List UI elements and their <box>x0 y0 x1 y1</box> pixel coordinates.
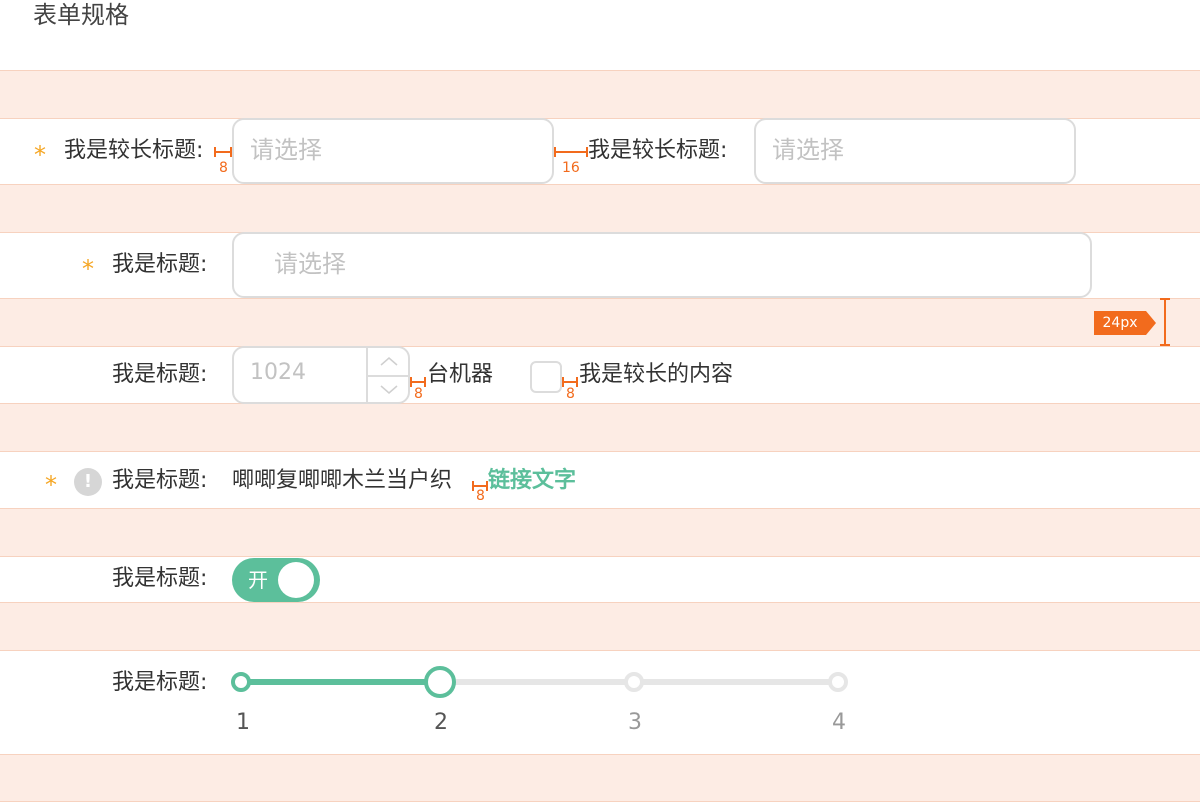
field-label: 我是标题: <box>112 670 208 695</box>
field-label: 我是标题: <box>112 252 208 277</box>
stepper-buttons <box>366 348 410 402</box>
spacing-band <box>0 602 1200 651</box>
field-label: 我是较长标题: <box>64 138 204 163</box>
gap-value: 8 <box>476 488 485 504</box>
switch-knob <box>278 562 314 598</box>
gap-dimension: 8 <box>214 144 232 176</box>
spacing-band <box>0 403 1200 452</box>
spacing-band <box>0 508 1200 557</box>
chevron-up-icon <box>380 357 398 366</box>
stepper-increment-button[interactable] <box>368 348 410 375</box>
field-label: 我是标题: <box>112 566 208 591</box>
field-label: 我是较长标题: <box>588 138 728 163</box>
slider-step-dot[interactable] <box>624 672 644 692</box>
unit-label: 台机器 <box>427 362 494 387</box>
spacing-badge-arrow <box>1146 311 1156 335</box>
static-text: 唧唧复唧唧木兰当户织 <box>232 468 453 493</box>
slider-tick-label: 1 <box>236 710 250 735</box>
required-star-icon: * <box>82 255 94 283</box>
spacing-band <box>0 70 1200 119</box>
slider-tick-label: 3 <box>628 710 642 735</box>
gap-dimension: 8 <box>410 374 426 404</box>
spacing-band <box>0 298 1200 347</box>
spacing-badge: 24px <box>1094 311 1146 335</box>
required-star-icon: * <box>45 471 57 499</box>
slider-step-dot[interactable] <box>828 672 848 692</box>
field-label: 我是标题: <box>112 362 208 387</box>
gap-value: 16 <box>562 160 580 176</box>
gap-value: 8 <box>219 160 228 176</box>
link-text[interactable]: 链接文字 <box>488 466 576 496</box>
info-icon[interactable]: ! <box>74 468 102 496</box>
checkbox-label[interactable]: 我是较长的内容 <box>579 360 733 390</box>
gap-value: 8 <box>566 386 575 402</box>
slider-tick-label: 2 <box>434 710 448 735</box>
vertical-ruler <box>1160 298 1170 346</box>
slider-tick-label: 4 <box>832 710 846 735</box>
gap-dimension: 8 <box>562 374 578 404</box>
select-placeholder: 请选择 <box>772 136 844 164</box>
gap-value: 8 <box>414 386 423 402</box>
gap-dimension: 16 <box>554 144 588 176</box>
page-title: 表单规格 <box>33 1 129 29</box>
chevron-down-icon <box>380 385 398 394</box>
spacing-band <box>0 184 1200 233</box>
select-placeholder: 请选择 <box>274 250 346 278</box>
spacing-band <box>0 754 1200 802</box>
stepper-decrement-button[interactable] <box>368 375 410 404</box>
slider-step-dot[interactable] <box>231 672 251 692</box>
step-slider[interactable] <box>220 660 870 704</box>
select-field[interactable]: 请选择 <box>754 118 1076 184</box>
select-field[interactable]: 请选择 <box>232 232 1092 298</box>
select-field[interactable]: 请选择 <box>232 118 554 184</box>
required-star-icon: * <box>34 141 46 169</box>
switch-label: 开 <box>248 568 268 592</box>
gap-dimension: 8 <box>472 478 488 508</box>
select-placeholder: 请选择 <box>250 136 322 164</box>
field-label: 我是标题: <box>112 468 208 493</box>
stepper-value[interactable]: 1024 <box>250 360 306 385</box>
checkbox[interactable] <box>530 361 562 393</box>
quantity-stepper[interactable]: 1024 <box>232 346 410 404</box>
slider-handle[interactable] <box>424 666 456 698</box>
toggle-switch[interactable]: 开 <box>232 558 320 602</box>
